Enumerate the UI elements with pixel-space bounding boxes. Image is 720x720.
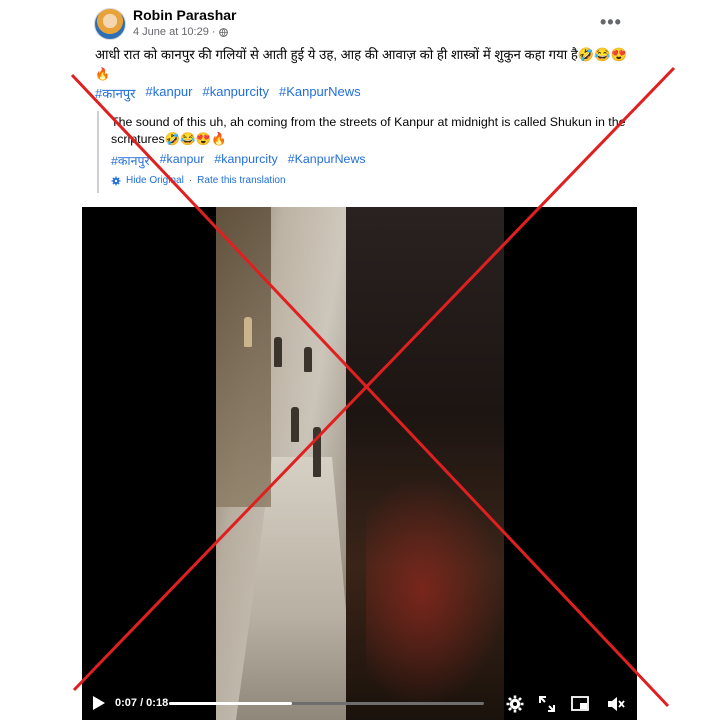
globe-icon: [218, 27, 228, 37]
meta-separator: ·: [211, 26, 216, 38]
video-progress-fill: [169, 702, 292, 705]
author-name[interactable]: Robin Parashar: [133, 7, 236, 23]
person-figure: [291, 407, 299, 442]
hashtag-link[interactable]: #kanpurcity: [202, 84, 268, 102]
author-avatar[interactable]: [94, 8, 126, 40]
hashtag-link[interactable]: #kanpurcity: [214, 152, 277, 169]
video-player[interactable]: 0:07 / 0:18: [82, 207, 637, 720]
hashtag-link[interactable]: #कानपुर: [95, 84, 136, 102]
hide-original-link[interactable]: Hide Original: [126, 175, 184, 186]
hashtag-link[interactable]: #KanpurNews: [279, 84, 361, 102]
person-figure: [304, 347, 312, 372]
post-hashtags: #कानपुर #kanpur #kanpurcity #KanpurNews: [95, 84, 361, 102]
translation-links: Hide Original · Rate this translation: [111, 175, 632, 186]
mute-icon[interactable]: [606, 694, 626, 714]
person-figure: [244, 317, 252, 347]
video-frame: [216, 207, 506, 720]
facebook-post: Robin Parashar 4 June at 10:29 · ••• आधी…: [0, 0, 720, 720]
settings-gear-icon[interactable]: [505, 694, 525, 714]
red-light: [366, 477, 506, 707]
post-body: आधी रात को कानपुर की गलियों से आती हुई य…: [95, 47, 628, 62]
post-text: आधी रात को कानपुर की गलियों से आती हुई य…: [95, 45, 655, 84]
video-time: 0:07 / 0:18: [115, 697, 169, 709]
post-date[interactable]: 4 June at 10:29: [133, 26, 209, 38]
gear-icon: [111, 176, 121, 185]
translation-block: The sound of this uh, ah coming from the…: [97, 111, 632, 193]
person-figure: [313, 427, 321, 477]
fullscreen-icon[interactable]: [537, 694, 557, 714]
video-progress-bar[interactable]: [169, 702, 484, 705]
building-wall: [216, 207, 271, 507]
picture-in-picture-icon[interactable]: [570, 694, 590, 714]
translation-hashtags: #कानपुर #kanpur #kanpurcity #KanpurNews: [111, 152, 632, 169]
post-meta: 4 June at 10:29 ·: [133, 26, 228, 38]
link-separator: ·: [188, 175, 193, 186]
video-controls: 0:07 / 0:18: [82, 688, 637, 720]
hashtag-link[interactable]: #kanpur: [160, 152, 205, 169]
person-figure: [274, 337, 282, 367]
hashtag-link[interactable]: #kanpur: [146, 84, 193, 102]
rate-translation-link[interactable]: Rate this translation: [197, 175, 285, 186]
play-icon[interactable]: [92, 695, 106, 711]
hashtag-link[interactable]: #KanpurNews: [288, 152, 366, 169]
translation-text: The sound of this uh, ah coming from the…: [111, 115, 626, 146]
post-fire-emoji: 🔥: [95, 67, 110, 81]
hashtag-link[interactable]: #कानपुर: [111, 152, 150, 169]
more-options-icon[interactable]: •••: [600, 12, 622, 33]
